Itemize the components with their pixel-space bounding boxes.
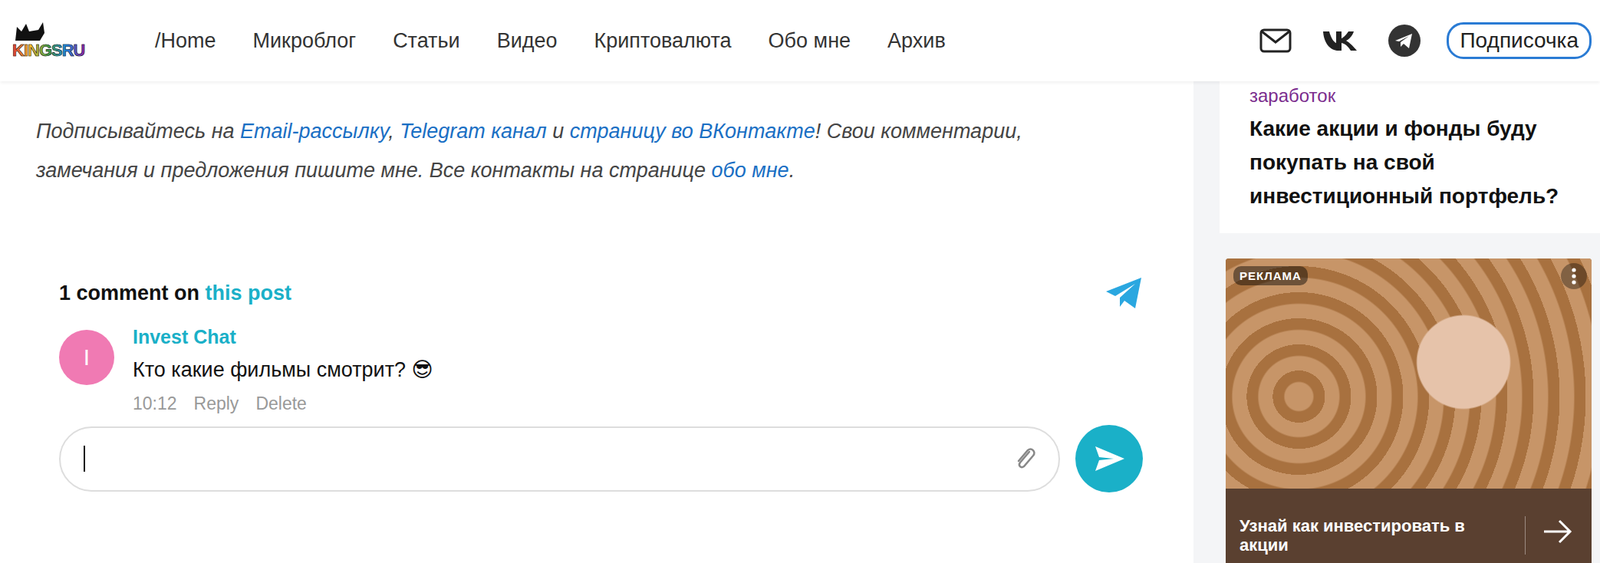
comments-header: 1 comment on this post: [59, 276, 1143, 310]
comment-composer: [59, 424, 1143, 493]
comment-meta: 10:12 Reply Delete: [132, 389, 434, 418]
nav-item[interactable]: Статьи: [392, 29, 461, 53]
subscribe-notice: Подписывайтесь на Email-рассылку, Telegr…: [36, 111, 1126, 191]
comment-field: [59, 426, 1061, 492]
nav-item[interactable]: Микроблог: [253, 29, 357, 53]
telegram-plane-icon[interactable]: [1104, 276, 1143, 310]
ad-caption-bar: Узнай как инвестировать в акции: [1225, 488, 1592, 563]
send-button[interactable]: [1075, 424, 1143, 493]
comment-time: 10:12: [132, 389, 178, 418]
header: KINGSRU/Home Микроблог Статьи Видео Криптова…: [0, 0, 1600, 82]
post-title[interactable]: Какие акции и фонды буду покупать на сво…: [1249, 111, 1565, 214]
post-category[interactable]: заработок: [1249, 84, 1565, 108]
send-icon: [1092, 443, 1126, 475]
ad-image: [1225, 258, 1592, 489]
post-card[interactable]: заработок Какие акции и фонды буду покупа…: [1219, 81, 1600, 234]
nav: /Home Микроблог Статьи Видео Криптовалюта Обо…: [154, 29, 946, 53]
main-column: Подписывайтесь на Email-рассылку, Telegr…: [0, 81, 1194, 563]
logo-text: KINGSRU: [12, 40, 85, 61]
page: KINGSRU/Home Микроблог Статьи Видео Криптова…: [0, 0, 1600, 563]
nav-item[interactable]: Видео: [497, 29, 558, 53]
sidebar: заработок Какие акции и фонды буду покупа…: [1193, 81, 1600, 563]
notice-text: ,: [388, 119, 400, 143]
mail-icon[interactable]: [1259, 28, 1292, 53]
notice-text: .: [789, 158, 796, 182]
avatar: I: [59, 329, 115, 386]
comments: 1 comment on this post I Invest ChatКто ка…: [59, 276, 1143, 493]
nav-item[interactable]: Криптовалюта: [594, 29, 732, 53]
cat-icon: [12, 20, 47, 41]
comment-author[interactable]: Invest Chat: [132, 323, 434, 350]
ad-badge: РЕКЛАМА: [1233, 266, 1308, 286]
logo[interactable]: KINGSRU: [12, 20, 112, 61]
paperclip-icon[interactable]: [1013, 445, 1038, 472]
more-icon[interactable]: [1560, 263, 1587, 290]
notice-text: и: [546, 119, 570, 143]
comments-title: 1 comment on this post: [59, 281, 292, 306]
telegram-icon[interactable]: [1388, 24, 1421, 57]
notice-link[interactable]: обо мне: [711, 158, 790, 182]
content: Подписывайтесь на Email-рассылку, Telegr…: [0, 81, 1600, 563]
nav-item[interactable]: Архив: [887, 29, 946, 53]
notice-link[interactable]: Telegram канал: [399, 119, 547, 143]
nav-item[interactable]: /Home: [154, 29, 217, 53]
arrow-right-icon[interactable]: [1540, 516, 1575, 547]
notice-link[interactable]: страницу во ВКонтакте: [569, 119, 816, 143]
ad-banner[interactable]: РЕКЛАМА Узнай как инвестировать в акции: [1225, 258, 1592, 563]
notice-link[interactable]: Email-рассылку: [240, 119, 389, 143]
comment-text: Кто какие фильмы смотрит? 😎: [132, 352, 434, 387]
post-link[interactable]: this post: [205, 281, 293, 305]
comment-action[interactable]: Delete: [255, 389, 307, 418]
notice-text: Подписывайтесь на: [36, 119, 241, 143]
nav-item[interactable]: Обо мне: [768, 29, 851, 53]
comment-input[interactable]: [83, 445, 1007, 472]
comment-body: Invest ChatКто какие фильмы смотрит? 😎10…: [132, 323, 434, 418]
subscribe-button[interactable]: Подписочка: [1446, 22, 1592, 60]
comment: I Invest ChatКто какие фильмы смотрит? 😎1…: [59, 323, 1143, 418]
vk-icon[interactable]: [1322, 29, 1358, 52]
ad-caption[interactable]: Узнай как инвестировать в акции: [1239, 516, 1526, 555]
comment-action[interactable]: Reply: [194, 389, 240, 418]
header-actions: Подписочка: [1259, 22, 1592, 60]
